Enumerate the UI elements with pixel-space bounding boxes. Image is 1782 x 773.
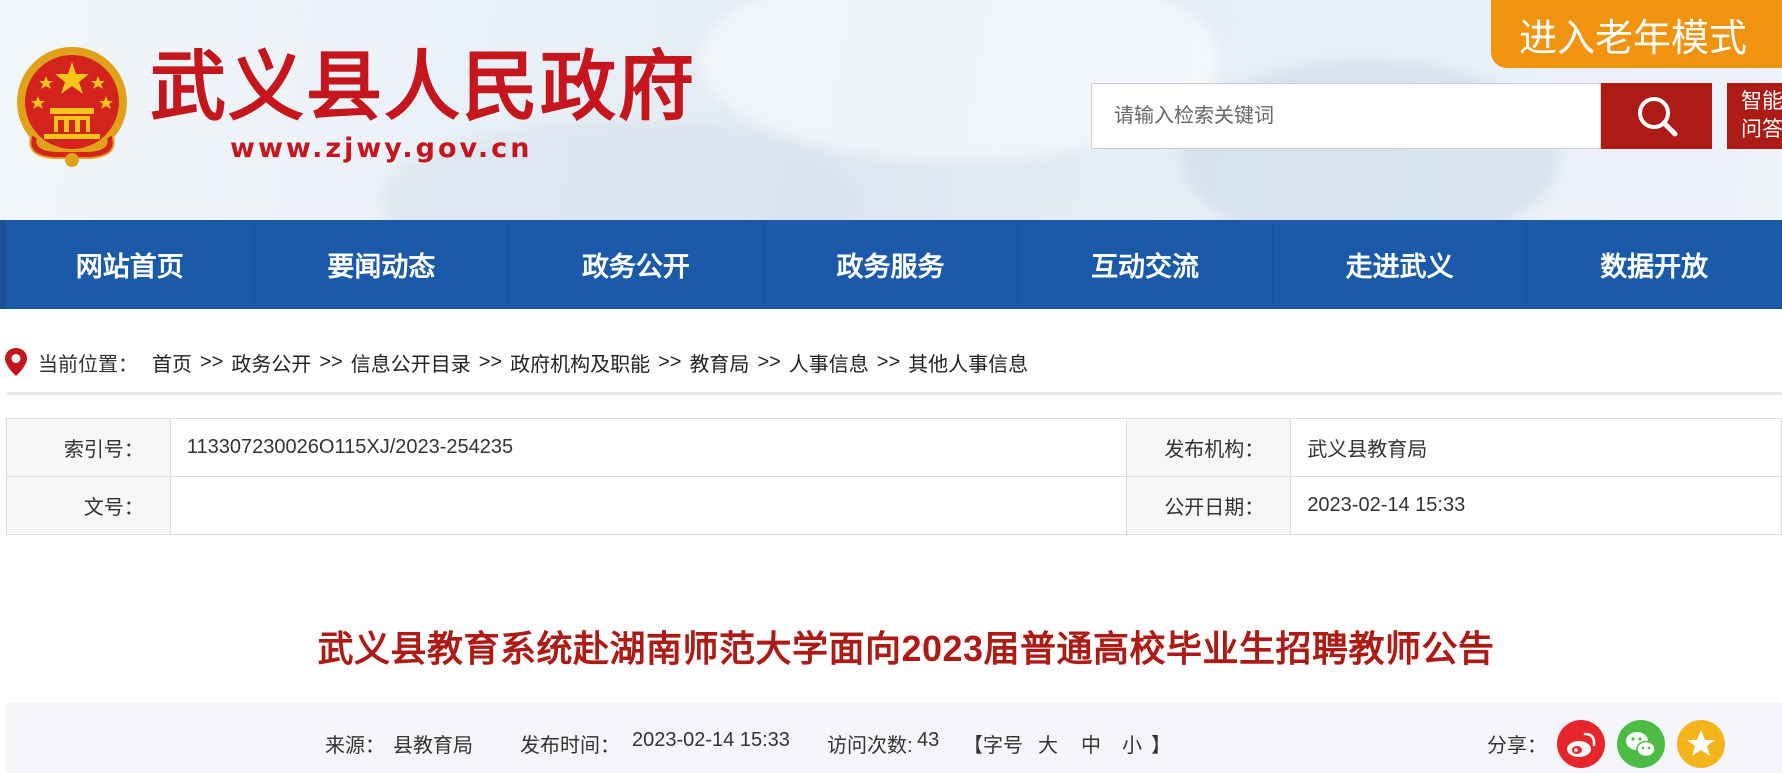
breadcrumb-item[interactable]: 其他人事信息 [908, 348, 1028, 377]
table-row: 文号： 公开日期： 2023-02-14 15:33 [6, 476, 1782, 535]
breadcrumb-label: 当前位置： [38, 353, 138, 376]
ai-qa-label-line2: 问答 [1741, 118, 1782, 141]
breadcrumb-separator: >> [319, 350, 343, 373]
elder-mode-button[interactable]: 进入老年模式 [1491, 0, 1782, 68]
nav-item-open-data[interactable]: 数据开放 [1527, 220, 1782, 309]
article-title-text: 武义县教育系统赴湖南师范大学面向2023届普通高校毕业生招聘教师公告 [317, 628, 1495, 669]
breadcrumb-item[interactable]: 首页 [152, 348, 192, 377]
breadcrumb-item[interactable]: 政务公开 [231, 348, 311, 377]
publish-date-value: 2023-02-14 15:33 [1290, 476, 1782, 535]
publisher-value: 武义县教育局 [1290, 418, 1782, 477]
share-label: 分享： [1487, 735, 1547, 757]
breadcrumb-separator: >> [478, 350, 503, 373]
document-meta-table: 索引号： 113307230026O115XJ/2023-254235 发布机构… [6, 418, 1782, 535]
search-button[interactable] [1601, 83, 1712, 149]
breadcrumb-item[interactable]: 政府机构及职能 [510, 348, 650, 377]
site-title: 武义县人民政府 [150, 46, 696, 130]
breadcrumb-separator: >> [757, 350, 781, 373]
ai-qa-label-line1: 智能 [1741, 90, 1782, 113]
main-nav: 网站首页 要闻动态 政务公开 政务服务 互动交流 走进武义 数据开放 [0, 220, 1782, 309]
national-emblem-icon [17, 47, 127, 167]
ai-qa-button[interactable]: 智能 问答 [1727, 83, 1782, 149]
nav-item-gov-services[interactable]: 政务服务 [764, 220, 1019, 309]
visit-count-label: 访问次数: [827, 735, 913, 757]
nav-item-about-wuyi[interactable]: 走进武义 [1273, 220, 1528, 309]
search-icon [1637, 97, 1677, 137]
search-box [1091, 83, 1601, 149]
source-value: 县教育局 [393, 735, 473, 757]
nav-item-news[interactable]: 要闻动态 [255, 220, 510, 309]
nav-item-interaction[interactable]: 互动交流 [1018, 220, 1273, 309]
breadcrumb-divider [6, 392, 1782, 395]
location-pin-icon [5, 348, 27, 376]
font-size-large-button[interactable]: 大 [1038, 729, 1058, 758]
visit-count-value: 43 [917, 729, 940, 751]
table-row: 索引号： 113307230026O115XJ/2023-254235 发布机构… [6, 418, 1782, 477]
breadcrumb: 当前位置： 首页 >> 政务公开 >> 信息公开目录 >> 政府机构及职能 >>… [4, 345, 1028, 379]
article-title: 武义县教育系统赴湖南师范大学面向2023届普通高校毕业生招聘教师公告 [0, 620, 1782, 672]
breadcrumb-separator: >> [876, 350, 901, 373]
doc-number-value [169, 476, 1128, 535]
doc-number-label: 文号： [6, 476, 171, 535]
index-number-label: 索引号： [6, 418, 171, 477]
publish-time-value: 2023-02-14 15:33 [632, 729, 790, 751]
publisher-label: 发布机构： [1126, 418, 1292, 477]
breadcrumb-separator: >> [658, 350, 682, 373]
index-number-value: 113307230026O115XJ/2023-254235 [169, 418, 1128, 477]
font-size-suffix: 】 [1151, 735, 1171, 757]
elder-mode-label: 进入老年模式 [1518, 17, 1747, 60]
font-size-medium-button[interactable]: 中 [1081, 729, 1101, 758]
nav-item-gov-affairs[interactable]: 政务公开 [509, 220, 764, 309]
nav-item-home[interactable]: 网站首页 [0, 220, 255, 309]
font-size-small-button[interactable]: 小 [1122, 729, 1142, 758]
breadcrumb-item[interactable]: 教育局 [689, 348, 749, 377]
publish-time-label: 发布时间： [520, 735, 620, 757]
font-size-prefix: 【字号 [963, 735, 1023, 757]
publish-date-label: 公开日期： [1126, 476, 1292, 535]
source-label: 来源： [325, 735, 385, 757]
search-input[interactable] [1092, 84, 1600, 148]
breadcrumb-item[interactable]: 信息公开目录 [351, 348, 471, 377]
site-url: www.zjwy.gov.cn [230, 133, 533, 164]
breadcrumb-item[interactable]: 人事信息 [789, 348, 869, 377]
breadcrumb-separator: >> [200, 350, 224, 373]
